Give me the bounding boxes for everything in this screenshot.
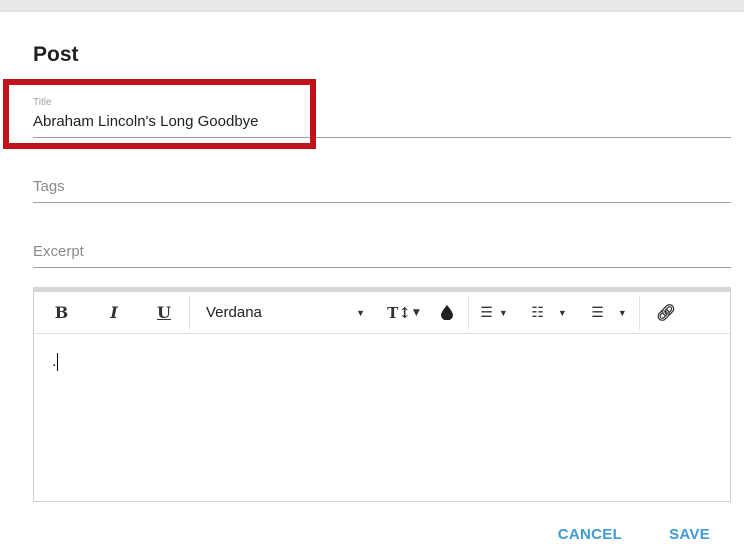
title-field[interactable]: Title Abraham Lincoln's Long Goodbye <box>33 97 731 139</box>
tags-input[interactable]: Tags <box>33 178 65 195</box>
insert-link-button[interactable]: 🔗︎ <box>640 292 692 334</box>
excerpt-input[interactable]: Excerpt <box>33 243 84 260</box>
cancel-button[interactable]: CANCEL <box>558 526 622 543</box>
editor-toolbar: B I U Verdana ▼ T↕ ▼ ☰ ▼ ☷ ▼ ☰ ▼ 🔗︎ <box>34 292 730 334</box>
text-color-button[interactable] <box>426 292 468 334</box>
text-cursor <box>57 353 59 371</box>
tags-field[interactable]: Tags <box>33 172 731 205</box>
tags-underline <box>33 202 731 203</box>
excerpt-underline <box>33 267 731 268</box>
title-label: Title <box>33 97 52 108</box>
ordered-list-button[interactable]: ☷ ▼ <box>519 292 579 334</box>
link-icon: 🔗︎ <box>655 304 677 322</box>
unordered-list-button[interactable]: ☰ ▼ <box>579 292 639 334</box>
ink-drop-icon <box>441 305 453 320</box>
underline-button[interactable]: U <box>139 292 189 334</box>
bold-button[interactable]: B <box>34 292 89 334</box>
chevron-down-icon: ▼ <box>617 307 627 318</box>
align-left-icon: ☰ <box>480 304 493 320</box>
title-underline <box>33 137 731 138</box>
title-input[interactable]: Abraham Lincoln's Long Goodbye <box>33 113 259 130</box>
ordered-list-icon: ☷ <box>531 304 544 320</box>
save-button[interactable]: SAVE <box>669 526 710 543</box>
font-family-dropdown[interactable]: Verdana ▼ <box>190 292 381 334</box>
editor-text: . <box>52 354 57 370</box>
editor-content[interactable]: . <box>34 335 730 501</box>
font-family-value: Verdana <box>206 304 262 321</box>
chevron-down-icon: ▼ <box>498 307 508 318</box>
align-button[interactable]: ☰ ▼ <box>469 292 519 334</box>
post-dialog: Post Title Abraham Lincoln's Long Goodby… <box>0 12 744 557</box>
unordered-list-icon: ☰ <box>591 304 604 320</box>
dialog-actions: CANCEL SAVE <box>558 526 710 543</box>
dialog-title: Post <box>33 43 79 66</box>
rich-text-editor: B I U Verdana ▼ T↕ ▼ ☰ ▼ ☷ ▼ ☰ ▼ 🔗︎ . <box>33 287 731 502</box>
text-size-icon: T↕ <box>387 303 411 322</box>
chevron-down-icon: ▼ <box>412 307 420 318</box>
chevron-down-icon: ▼ <box>356 307 365 318</box>
italic-button[interactable]: I <box>89 292 139 334</box>
chevron-down-icon: ▼ <box>557 307 567 318</box>
excerpt-field[interactable]: Excerpt <box>33 237 731 270</box>
font-size-button[interactable]: T↕ ▼ <box>381 292 426 334</box>
